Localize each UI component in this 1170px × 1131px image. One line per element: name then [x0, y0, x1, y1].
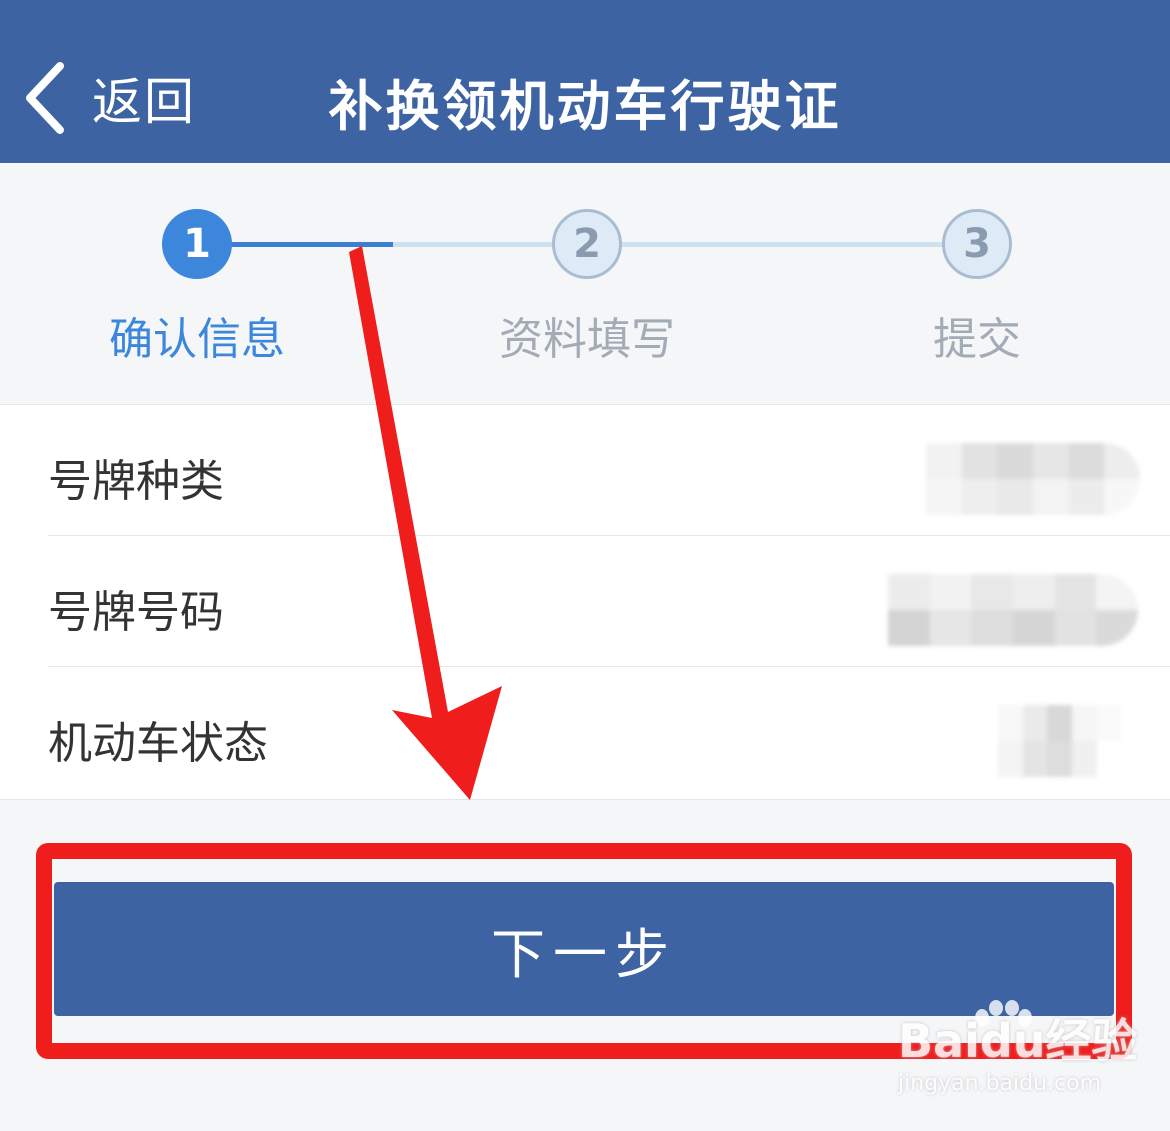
list-item: 号牌号码: [0, 536, 1170, 667]
list-item: 号牌种类: [0, 405, 1170, 536]
vehicle-status-label: 机动车状态: [48, 718, 268, 769]
page-title: 补换领机动车行驶证: [328, 75, 842, 138]
watermark-url: jingyan.baidu.com: [898, 1071, 1102, 1096]
vehicle-status-value-redacted: [998, 705, 1146, 777]
list-item: 机动车状态: [0, 667, 1170, 798]
step-1-circle: 1: [162, 209, 232, 279]
top-navigation-bar: 返回 补换领机动车行驶证: [0, 0, 1170, 163]
plate-number-value-redacted: [888, 574, 1138, 646]
plate-type-label: 号牌种类: [48, 456, 224, 507]
plate-number-label: 号牌号码: [48, 587, 224, 638]
vehicle-info-list: 号牌种类 号牌号码 机动车状态: [0, 404, 1170, 800]
plate-type-value-redacted: [926, 443, 1140, 515]
step-3-circle: 3: [942, 209, 1012, 279]
step-3-label: 提交: [933, 314, 1021, 365]
step-2-circle: 2: [552, 209, 622, 279]
step-indicator: 1 2 3 确认信息 资料填写 提交: [0, 163, 1170, 403]
watermark: Baidu经验 jingyan.baidu.com: [898, 1005, 1138, 1096]
step-2-label: 资料填写: [499, 314, 675, 365]
watermark-brand: Baidu经验: [898, 1014, 1138, 1068]
step-1-label: 确认信息: [109, 314, 285, 365]
